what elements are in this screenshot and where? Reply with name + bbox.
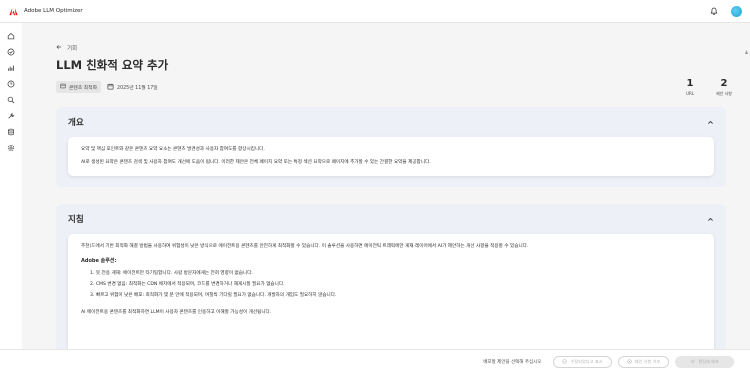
settings-icon[interactable] [6,143,16,153]
bar-chart-icon[interactable] [6,63,16,73]
overview-paragraph: AI로 생성된 요약은 콘텐츠 검색 및 사용자 참여도 개선에 도움이 됩니다… [81,160,431,166]
stat-label: URL [686,91,694,96]
date-text: 2025년 11월 17일 [117,85,158,91]
stat-urls: 1 URL [686,78,694,97]
page-title: LLM 친화적 요약 추가 [56,58,169,72]
solution-list: 1. 봇 전용 게재: 에이전트만 타기팅합니다. 사람 방문자에게는 전혀 영… [81,268,701,301]
overview-card: 개요 요약 및 핵심 포인트와 같은 콘텐츠 요약 요소는 콘텐츠 발견성과 사… [56,107,726,187]
stats: 1 URL 2 제안 사항 [686,78,732,97]
top-bar: Adobe LLM Optimizer [0,0,750,23]
solution-title: Adobe 솔루션: [81,258,117,265]
action-footer: 배포할 제안을 선택해 주십시오 수정되었다고 표시 제안 사항 거부 편집에 … [0,349,750,374]
reject-suggestion-button[interactable]: 제안 사항 거부 [617,356,670,368]
search-icon[interactable] [6,95,16,105]
guidelines-intro: 추천(드에서 기반 최적화 해결 방법을 사용하여 위험성이 낮은 방식으로 에… [81,244,529,249]
guidelines-body: 추천(드에서 기반 최적화 해결 방법을 사용하여 위험성이 낮은 방식으로 에… [68,234,714,349]
category-tag: 콘텐츠 최적화 [56,81,102,93]
stat-value: 2 [720,78,728,89]
stat-suggestions: 2 제안 사항 [716,78,732,97]
left-nav-rail [0,23,22,374]
calendar-icon [107,83,114,92]
database-icon[interactable] [6,127,16,137]
page-meta: 콘텐츠 최적화 2025년 11월 17일 [56,81,158,93]
tag-label: 콘텐츠 최적화 [69,85,98,91]
footer-hint: 배포할 제안을 선택해 주십시오 [483,360,542,365]
home-icon[interactable] [6,31,16,41]
guidelines-title: 지침 [68,215,84,225]
guidelines-outro: AI 에이전트용 콘텐츠를 최적화하면 LLM이 사용자 콘텐츠를 인용하고 이… [81,310,272,316]
overview-header[interactable]: 개요 [56,107,726,137]
tools-icon[interactable] [6,111,16,121]
button-label: 제안 사항 거부 [634,359,661,364]
arrow-left-icon [56,44,62,52]
chevron-up-icon[interactable] [706,118,714,126]
deploy-button[interactable]: 편집에 배포 [675,356,734,368]
guidelines-header[interactable]: 지침 [56,204,726,234]
send-icon [690,359,696,365]
button-label: 수정되었다고 표시 [570,359,603,364]
chevron-up-icon[interactable] [706,215,714,223]
document-icon [60,83,66,91]
stat-label: 제안 사항 [716,91,732,96]
mark-fixed-button[interactable]: 수정되었다고 표시 [553,356,612,368]
history-icon[interactable] [6,79,16,89]
brand[interactable]: Adobe LLM Optimizer [8,6,83,16]
check-circle-icon [562,359,568,365]
overview-title: 개요 [68,118,84,128]
button-label: 편집에 배포 [698,359,719,364]
overview-paragraph: 요약 및 핵심 포인트와 같은 콘텐츠 요약 요소는 콘텐츠 발견성과 사용자 … [81,147,265,152]
check-circle-icon[interactable] [6,47,16,57]
list-item: 1. 봇 전용 게재: 에이전트만 타기팅합니다. 사람 방문자에게는 전혀 영… [90,271,253,277]
stat-value: 1 [686,78,694,89]
guidelines-card: 지침 추천(드에서 기반 최적화 해결 방법을 사용하여 위험성이 낮은 방식으… [56,204,726,349]
overview-body: 요약 및 핵심 포인트와 같은 콘텐츠 요약 요소는 콘텐츠 발견성과 사용자 … [68,137,714,176]
back-link[interactable]: 기회 [56,44,77,52]
list-item: 3. 빠르고 위험이 낮은 배포: 최적화가 몇 분 안에 적용되며, 며칠씩 … [90,293,337,299]
list-item: 2. CMS 변경 없음: 최적화는 CDN 에지에서 적용되며, 코드를 변경… [90,282,285,288]
close-circle-icon [626,359,632,365]
app-title: Adobe LLM Optimizer [24,8,83,14]
back-label: 기회 [67,46,78,52]
main-content: 기회 LLM 친화적 요약 추가 콘텐츠 최적화 2025년 11월 17일 1… [22,23,750,349]
bell-icon[interactable] [709,6,719,16]
adobe-logo-icon [8,6,18,16]
date-info: 2025년 11월 17일 [107,83,158,92]
scrollbar[interactable] [745,48,748,349]
avatar[interactable] [731,5,742,17]
